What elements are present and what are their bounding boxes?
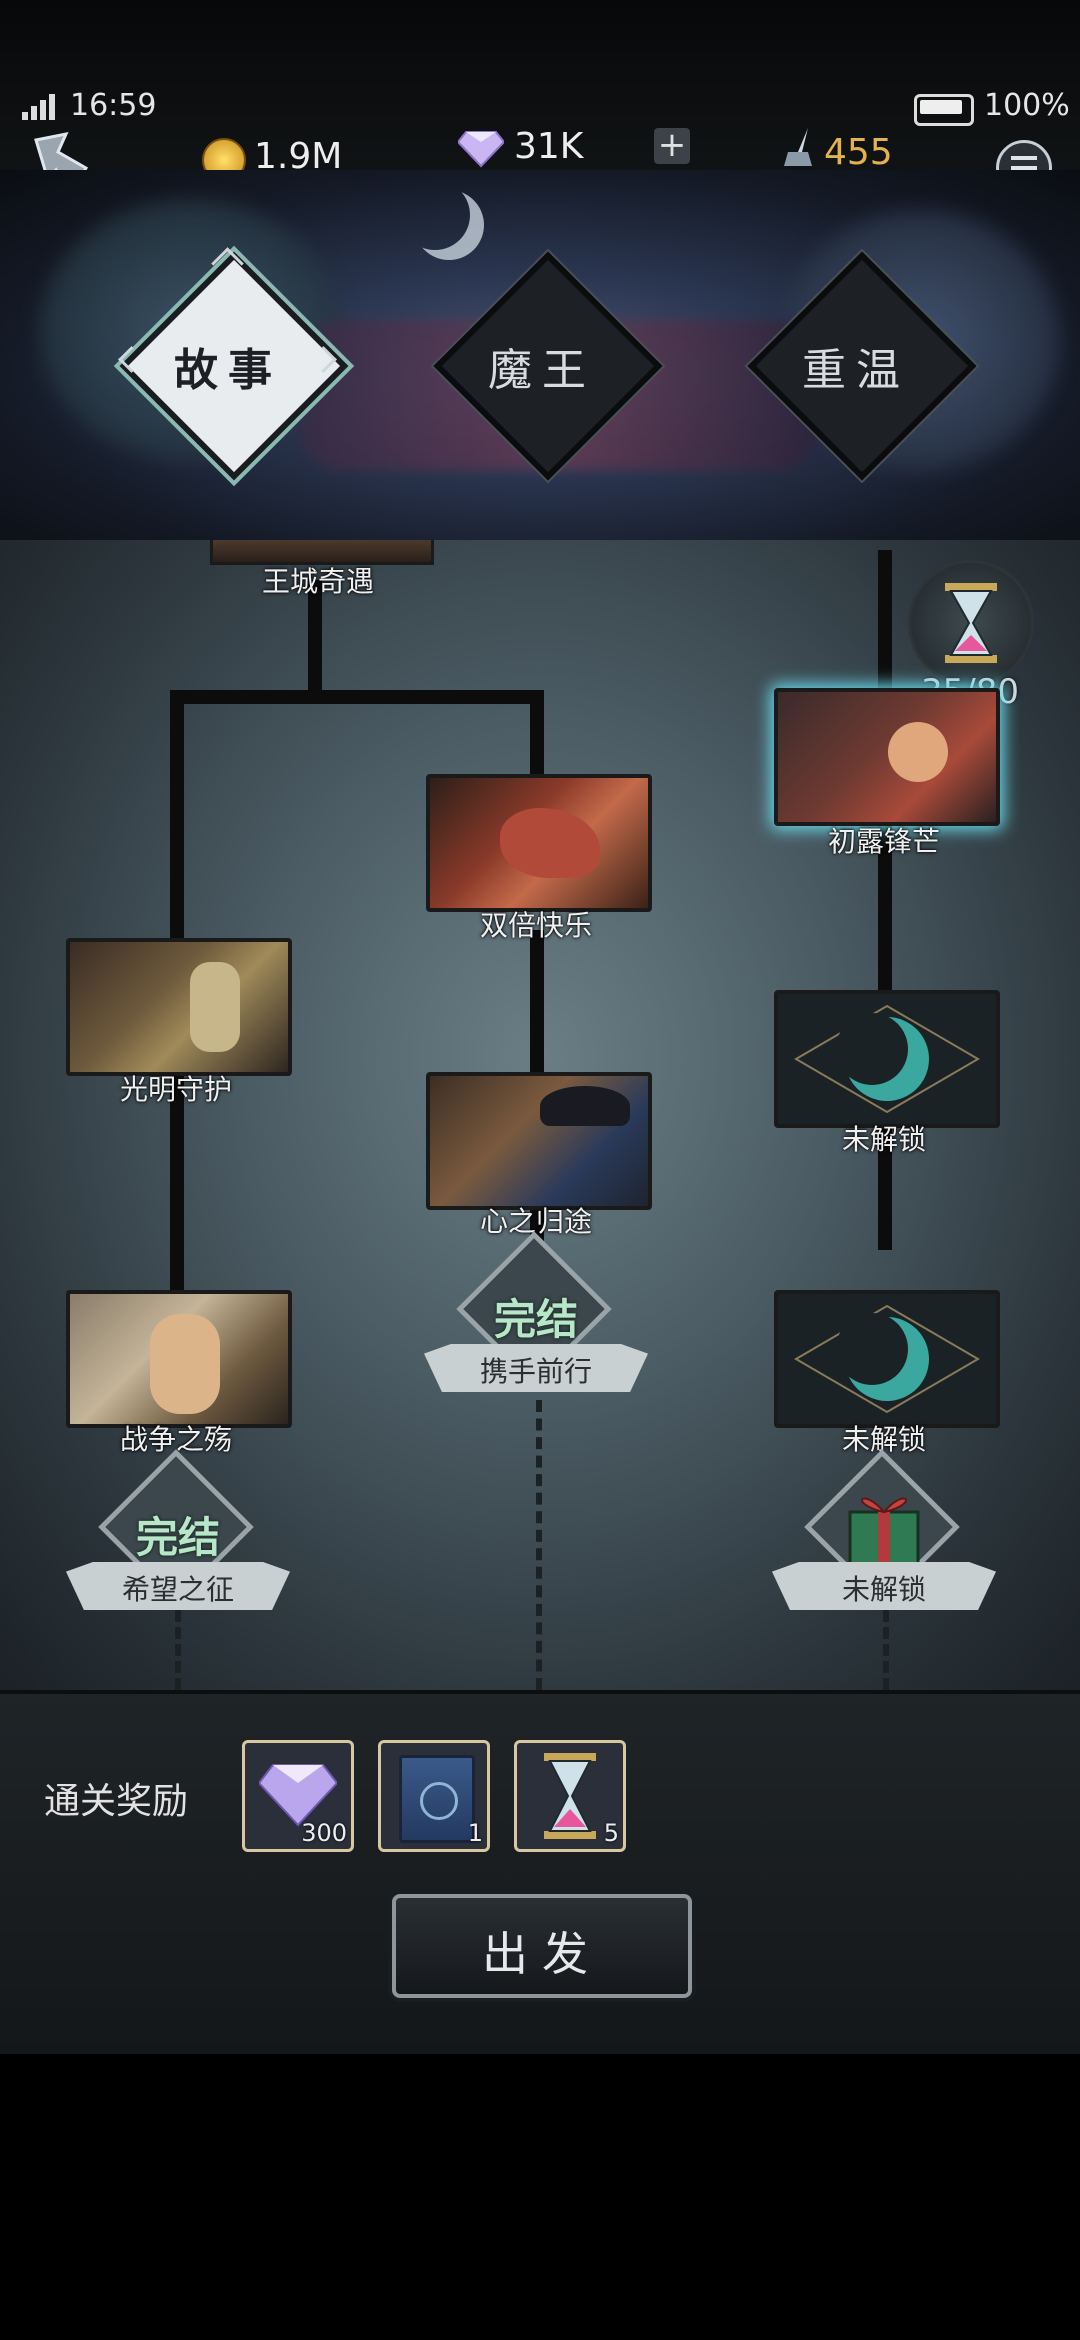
node-card-locked-1[interactable] [774,990,1000,1128]
ending-label-right: 未解锁 [841,1573,926,1606]
tab-revisit[interactable]: 重温 [746,250,977,481]
gift-icon [848,1497,920,1566]
node-card-xinzhi[interactable] [426,1072,652,1210]
rewards-title: 通关奖励 [44,1781,189,1822]
node-label-shuangbei: 双倍快乐 [479,909,592,942]
locked-moon-icon [794,1304,980,1414]
node-label-chulu: 初露锋芒 [827,825,940,858]
ending-badge-text: 完结 [135,1513,220,1562]
hourglass-icon [945,583,997,663]
ink-amount: 455 [824,132,893,173]
locked-moon-icon [794,1004,980,1114]
battery-level: 100% [984,88,1070,123]
hourglass-icon [544,1753,596,1839]
tab-demon-king-label: 魔王 [488,345,596,396]
node-card-locked-2[interactable] [774,1290,1000,1428]
reward-hourglass[interactable]: 5 [514,1740,626,1852]
ending-label-center: 携手前行 [479,1355,592,1388]
reward-gem[interactable]: 300 [242,1740,354,1852]
add-gems-button[interactable]: + [654,128,690,164]
node-label-locked-1: 未解锁 [841,1123,926,1156]
path-dashed [175,1610,181,1690]
tab-story[interactable]: 故事 [118,247,349,481]
path-dashed [536,1400,542,1690]
node-label-guangming: 光明守护 [119,1073,232,1106]
path-line [530,930,544,1080]
battery-icon [914,94,974,126]
path-dashed [883,1610,889,1690]
path-line [530,690,544,780]
book-icon [399,1755,475,1843]
ending-badge-center[interactable]: 完结 携手前行 [424,1231,648,1404]
ending-gift-right[interactable]: 未解锁 [772,1449,996,1622]
ending-badge-left[interactable]: 完结 希望之征 [66,1449,290,1622]
ink-icon [778,126,818,174]
ending-label-left: 希望之征 [121,1573,234,1606]
tab-story-label: 故事 [174,345,282,396]
hourglass-button[interactable] [908,560,1034,686]
start-button[interactable]: 出发 [392,1894,692,1998]
start-button-label: 出发 [482,1927,602,1981]
tab-revisit-label: 重温 [802,345,910,396]
reward-count: 300 [301,1819,347,1847]
node-card-chulu[interactable] [774,688,1000,826]
node-card-zhanzheng[interactable] [66,1290,292,1428]
reward-count: 5 [603,1819,619,1847]
gem-icon [259,1764,337,1827]
tab-demon-king[interactable]: 魔王 [432,250,663,481]
signal-icon [22,90,62,120]
node-label-top: 王城奇遇 [261,565,374,598]
path-line [170,690,544,704]
clock: 16:59 [70,88,157,123]
gem-icon [456,128,506,172]
ending-badge-text: 完结 [493,1295,578,1344]
node-card-guangming[interactable] [66,938,292,1076]
reward-book[interactable]: 1 [378,1740,490,1852]
reward-count: 1 [467,1819,483,1847]
node-card-shuangbei[interactable] [426,774,652,912]
gem-amount: 31K [514,126,584,167]
